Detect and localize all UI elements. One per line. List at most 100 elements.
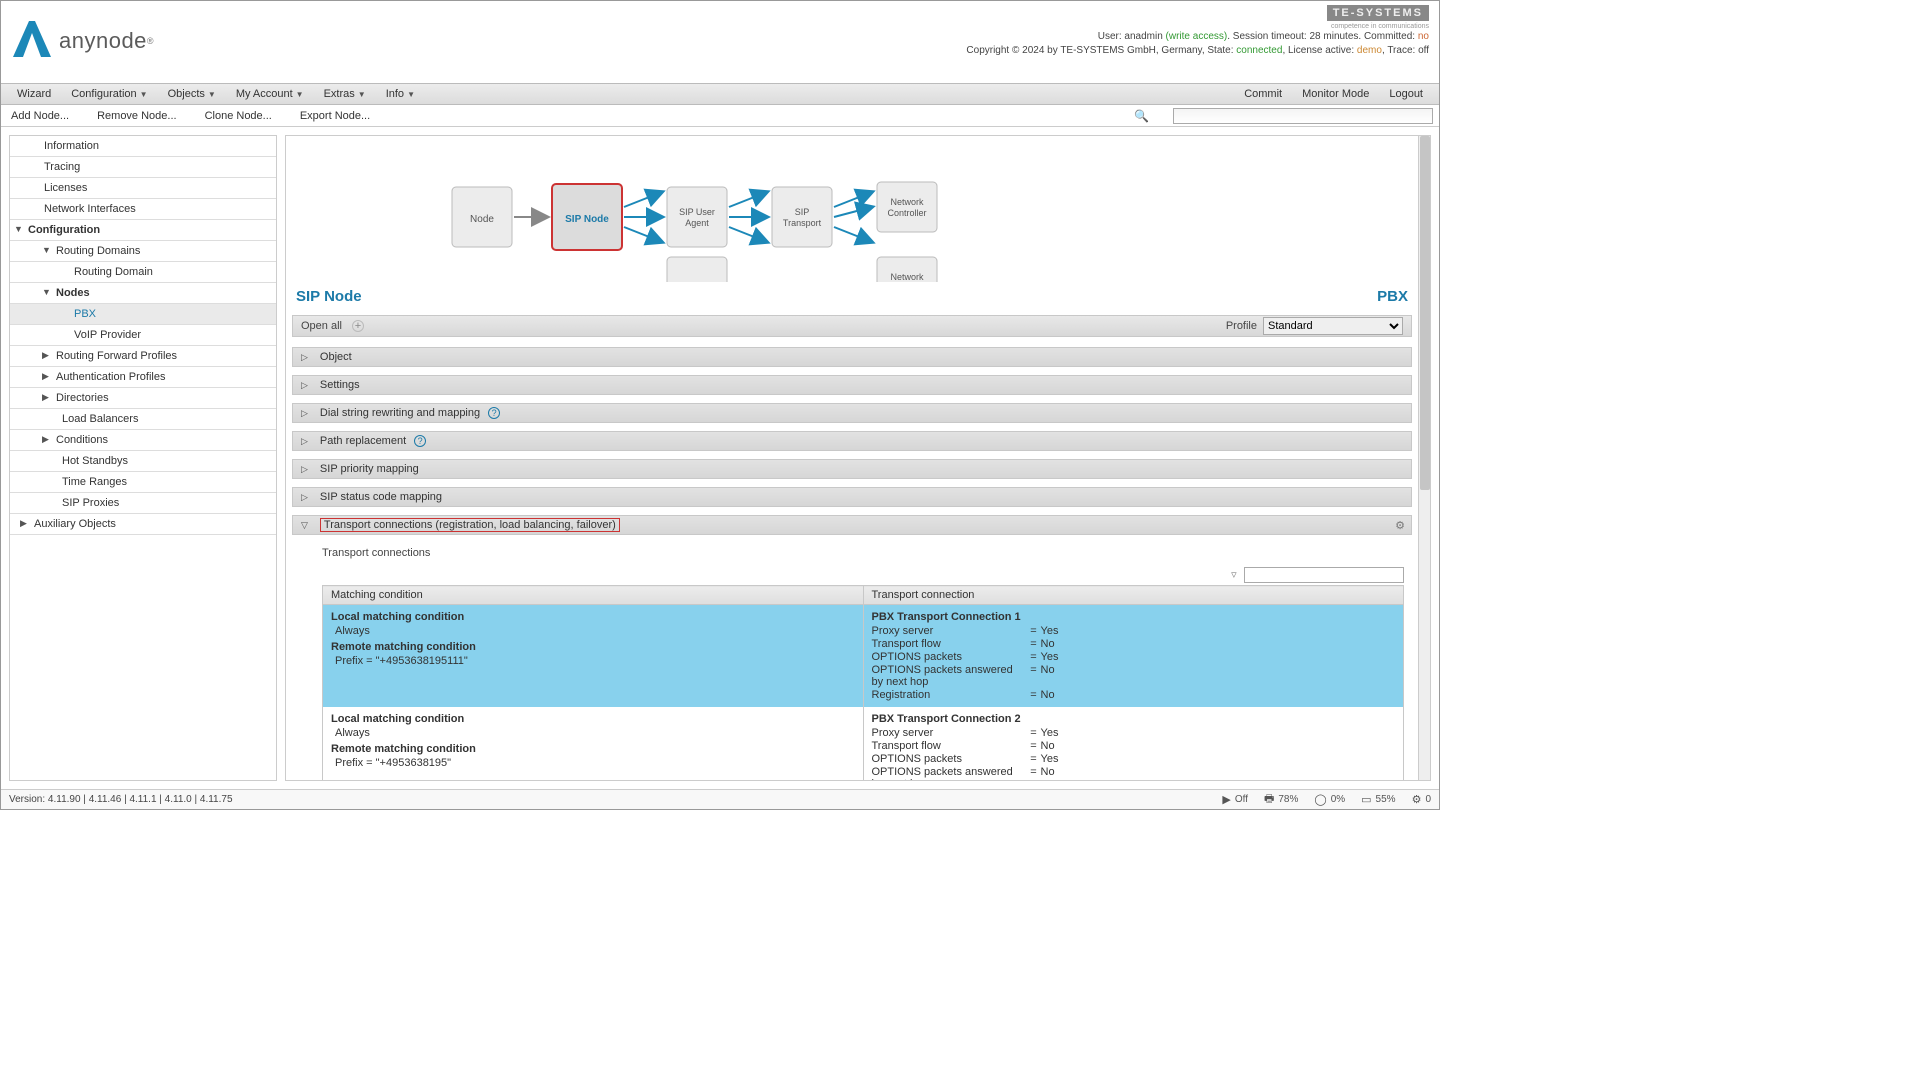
svg-text:Network: Network bbox=[890, 272, 924, 282]
sidebar-item-directories[interactable]: ▶Directories bbox=[10, 388, 276, 409]
menu-info[interactable]: Info▼ bbox=[376, 88, 425, 100]
logo: anynode ® bbox=[11, 19, 154, 62]
sidebar-item-configuration[interactable]: ▼Configuration bbox=[10, 220, 276, 241]
footer-video-icon: ▶Off bbox=[1222, 793, 1248, 806]
profile-select[interactable]: Standard bbox=[1263, 317, 1403, 335]
chevron-down-icon: ▼ bbox=[208, 90, 216, 99]
search-input[interactable] bbox=[1173, 108, 1433, 124]
sidebar-item-tracing[interactable]: Tracing bbox=[10, 157, 276, 178]
sidebar-item-information[interactable]: Information bbox=[10, 136, 276, 157]
svg-text:SIP: SIP bbox=[795, 207, 810, 217]
add-node-button[interactable]: Add Node... bbox=[7, 110, 73, 122]
svg-text:Network: Network bbox=[890, 197, 924, 207]
status-line-2: Copyright © 2024 by TE-SYSTEMS GmbH, Ger… bbox=[966, 44, 1429, 58]
svg-text:SIP User: SIP User bbox=[679, 207, 715, 217]
footer-battery-icon: ▭55% bbox=[1361, 793, 1395, 806]
tc-col-conn[interactable]: Transport connection bbox=[863, 586, 1404, 605]
sidebar-item-routing-forward[interactable]: ▶Routing Forward Profiles bbox=[10, 346, 276, 367]
table-row[interactable]: Local matching conditionAlwaysRemote mat… bbox=[323, 707, 1404, 780]
chevron-right-icon: ▷ bbox=[301, 464, 308, 475]
section-path[interactable]: ▷Path replacement? bbox=[292, 431, 1412, 451]
trademark-icon: ® bbox=[147, 36, 154, 46]
help-icon[interactable]: ? bbox=[414, 435, 426, 447]
plus-icon[interactable]: + bbox=[352, 320, 364, 332]
section-priority[interactable]: ▷SIP priority mapping bbox=[292, 459, 1412, 479]
version-text: Version: 4.11.90 | 4.11.46 | 4.11.1 | 4.… bbox=[9, 794, 233, 805]
header: anynode ® TE-SYSTEMS competence in commu… bbox=[1, 1, 1439, 83]
sidebar: Information Tracing Licenses Network Int… bbox=[9, 135, 277, 781]
section-object[interactable]: ▷Object bbox=[292, 347, 1412, 367]
section-transport[interactable]: ▽Transport connections (registration, lo… bbox=[292, 515, 1412, 535]
menubar: Wizard Configuration▼ Objects▼ My Accoun… bbox=[1, 83, 1439, 105]
open-all-bar: Open all + Profile Standard bbox=[292, 315, 1412, 337]
vendor-badge: TE-SYSTEMS competence in communications bbox=[966, 5, 1429, 30]
gear-icon[interactable]: ⚙ bbox=[1395, 519, 1405, 532]
chevron-right-icon: ▶ bbox=[42, 392, 49, 403]
sidebar-item-hot-standbys[interactable]: Hot Standbys bbox=[10, 451, 276, 472]
menu-logout[interactable]: Logout bbox=[1379, 88, 1433, 100]
footer-gear-icon: ⚙0 bbox=[1412, 793, 1431, 806]
profile-label: Profile bbox=[1226, 320, 1257, 332]
chevron-down-icon: ▼ bbox=[407, 90, 415, 99]
chevron-right-icon: ▶ bbox=[42, 434, 49, 445]
filter-icon[interactable]: ▿ bbox=[1231, 569, 1237, 581]
scrollbar[interactable] bbox=[1418, 136, 1430, 780]
menu-account[interactable]: My Account▼ bbox=[226, 88, 314, 100]
sidebar-item-conditions[interactable]: ▶Conditions bbox=[10, 430, 276, 451]
remove-node-button[interactable]: Remove Node... bbox=[93, 110, 180, 122]
chevron-right-icon: ▷ bbox=[301, 408, 308, 419]
tc-filter-input[interactable] bbox=[1244, 567, 1404, 583]
clone-node-button[interactable]: Clone Node... bbox=[201, 110, 276, 122]
help-icon[interactable]: ? bbox=[488, 407, 500, 419]
sidebar-item-licenses[interactable]: Licenses bbox=[10, 178, 276, 199]
sidebar-item-load-balancers[interactable]: Load Balancers bbox=[10, 409, 276, 430]
toolbar: Add Node... Remove Node... Clone Node...… bbox=[1, 105, 1439, 127]
table-row[interactable]: Local matching conditionAlwaysRemote mat… bbox=[323, 605, 1404, 708]
logo-text: anynode bbox=[59, 28, 147, 54]
sidebar-item-voip-provider[interactable]: VoIP Provider bbox=[10, 325, 276, 346]
svg-text:Controller: Controller bbox=[887, 208, 926, 218]
flow-diagram: Node SIP Node SIP User Agent bbox=[292, 142, 1412, 282]
main-panel: Node SIP Node SIP User Agent bbox=[285, 135, 1431, 781]
sidebar-item-routing-domain[interactable]: Routing Domain bbox=[10, 262, 276, 283]
tc-table: Matching condition Transport connection … bbox=[322, 585, 1404, 780]
chevron-right-icon: ▷ bbox=[301, 352, 308, 363]
chevron-down-icon: ▼ bbox=[42, 245, 51, 255]
sidebar-item-routing-domains[interactable]: ▼Routing Domains bbox=[10, 241, 276, 262]
section-dial[interactable]: ▷Dial string rewriting and mapping? bbox=[292, 403, 1412, 423]
logo-icon bbox=[11, 19, 53, 62]
status-line-1: User: anadmin (write access). Session ti… bbox=[966, 30, 1429, 44]
chevron-right-icon: ▷ bbox=[301, 492, 308, 503]
open-all-button[interactable]: Open all bbox=[301, 320, 342, 332]
export-node-button[interactable]: Export Node... bbox=[296, 110, 374, 122]
menu-commit[interactable]: Commit bbox=[1234, 88, 1292, 100]
sidebar-item-nodes[interactable]: ▼Nodes bbox=[10, 283, 276, 304]
menu-wizard[interactable]: Wizard bbox=[7, 88, 61, 100]
chevron-right-icon: ▶ bbox=[20, 518, 27, 529]
menu-extras[interactable]: Extras▼ bbox=[314, 88, 376, 100]
chevron-down-icon: ▼ bbox=[140, 90, 148, 99]
svg-text:Transport: Transport bbox=[783, 218, 822, 228]
svg-text:Agent: Agent bbox=[685, 218, 709, 228]
tc-heading: Transport connections bbox=[322, 547, 1404, 559]
sidebar-item-sip-proxies[interactable]: SIP Proxies bbox=[10, 493, 276, 514]
flow-node: Node bbox=[470, 214, 494, 225]
sidebar-item-aux-objects[interactable]: ▶Auxiliary Objects bbox=[10, 514, 276, 535]
menu-monitor[interactable]: Monitor Mode bbox=[1292, 88, 1379, 100]
tc-col-match[interactable]: Matching condition bbox=[323, 586, 864, 605]
footer: Version: 4.11.90 | 4.11.46 | 4.11.1 | 4.… bbox=[1, 789, 1439, 809]
chevron-right-icon: ▷ bbox=[301, 380, 308, 391]
chevron-down-icon: ▼ bbox=[358, 90, 366, 99]
chevron-down-icon: ▼ bbox=[42, 287, 51, 297]
sidebar-item-auth-profiles[interactable]: ▶Authentication Profiles bbox=[10, 367, 276, 388]
sidebar-item-time-ranges[interactable]: Time Ranges bbox=[10, 472, 276, 493]
chevron-down-icon: ▼ bbox=[14, 224, 23, 234]
section-status[interactable]: ▷SIP status code mapping bbox=[292, 487, 1412, 507]
section-settings[interactable]: ▷Settings bbox=[292, 375, 1412, 395]
sidebar-item-network-interfaces[interactable]: Network Interfaces bbox=[10, 199, 276, 220]
page-title: SIP Node bbox=[296, 288, 362, 305]
menu-objects[interactable]: Objects▼ bbox=[158, 88, 226, 100]
sidebar-item-pbx[interactable]: PBX bbox=[10, 304, 276, 325]
menu-configuration[interactable]: Configuration▼ bbox=[61, 88, 157, 100]
chevron-right-icon: ▶ bbox=[42, 350, 49, 361]
